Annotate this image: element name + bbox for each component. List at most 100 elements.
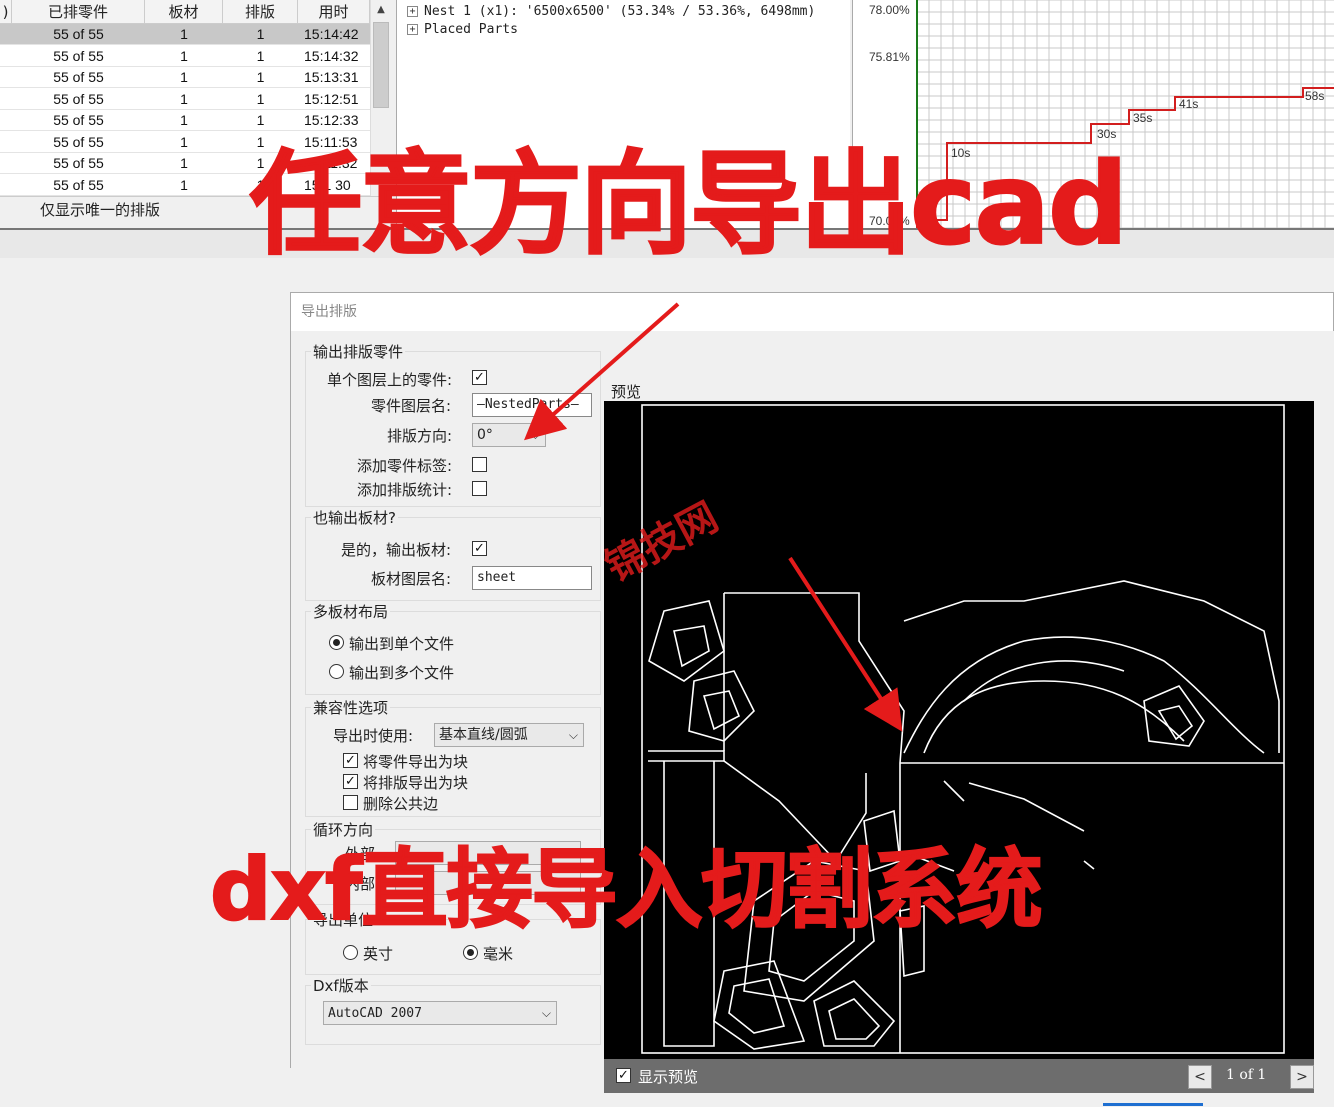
mm-label[interactable]: 毫米: [483, 943, 513, 964]
cell-nests: 1: [256, 90, 265, 107]
direction-select[interactable]: 0° ⌵: [472, 423, 546, 447]
col-header-0[interactable]: ): [0, 0, 12, 23]
tree-item-placed-parts[interactable]: + Placed Parts: [407, 21, 518, 39]
next-page-button[interactable]: >: [1290, 1065, 1314, 1089]
cell-parts: 55 of 55: [53, 133, 104, 150]
step-label-41s: 41s: [1179, 97, 1198, 111]
show-preview-checkbox[interactable]: ✓: [616, 1068, 631, 1083]
remove-common-label[interactable]: 删除公共边: [363, 793, 438, 814]
cell-time: 15:12:51: [304, 90, 359, 107]
scroll-up-icon[interactable]: ▲: [371, 0, 391, 20]
chevron-down-icon: ⌵: [568, 728, 578, 742]
single-file-label[interactable]: 输出到单个文件: [349, 633, 454, 654]
table-row[interactable]: 55 of 55 1 1 15:14:32: [0, 46, 370, 67]
add-stats-checkbox[interactable]: [472, 481, 487, 496]
table-header: ) 已排零件 板材 排版 用时: [0, 0, 370, 24]
row-marker: [0, 89, 12, 109]
headline-overlay: 任意方向导出cad: [249, 139, 1129, 271]
tree-item-label: Placed Parts: [424, 22, 518, 37]
row-marker: [0, 153, 12, 173]
mm-radio[interactable]: [463, 945, 478, 960]
cell-parts: 55 of 55: [53, 155, 104, 171]
multi-files-radio[interactable]: [329, 664, 344, 679]
cell-sheets: 1: [180, 90, 188, 107]
step-label-58s: 58s: [1305, 89, 1324, 103]
expand-icon[interactable]: +: [407, 24, 418, 35]
step-label-35s: 35s: [1133, 111, 1152, 125]
cell-parts: 55 of 55: [53, 112, 104, 128]
add-stats-label: 添加排版统计:: [357, 481, 453, 499]
nests-as-blocks-checkbox[interactable]: ✓: [343, 774, 358, 789]
table-row[interactable]: 55 of 55 1 1 15:12:33: [0, 110, 370, 131]
row-marker: [0, 132, 12, 152]
table-row[interactable]: 55 of 55 1 1 15:12:51: [0, 89, 370, 110]
single-file-radio[interactable]: [329, 635, 344, 650]
export-using-select[interactable]: 基本直线/圆弧 ⌵: [434, 723, 584, 747]
tree-item-label: Nest 1 (x1): '6500x6500' (53.34% / 53.36…: [424, 4, 816, 19]
layer-name-label: 零件图层名:: [371, 397, 452, 415]
inch-label[interactable]: 英寸: [363, 943, 393, 964]
export-using-label: 导出时使用:: [333, 727, 414, 745]
cell-parts: 55 of 55: [53, 26, 104, 42]
cell-nests: 1: [256, 69, 265, 85]
show-preview-label[interactable]: 显示预览: [638, 1066, 698, 1087]
page-indicator: 1 of 1: [1226, 1067, 1267, 1083]
output-sheet-checkbox[interactable]: ✓: [472, 541, 487, 556]
multi-files-label[interactable]: 输出到多个文件: [349, 662, 454, 683]
single-layer-checkbox[interactable]: ✓: [472, 370, 487, 385]
remove-common-checkbox[interactable]: [343, 795, 358, 810]
dxf-version-value: AutoCAD 2007: [328, 1006, 422, 1021]
tree-item-nest1[interactable]: + Nest 1 (x1): '6500x6500' (53.34% / 53.3…: [407, 3, 815, 21]
cell-sheets: 1: [180, 47, 188, 64]
row-marker: [0, 46, 12, 66]
dialog-body: 输出排版零件 单个图层上的零件: ✓ 零件图层名: —NestedParts— …: [291, 331, 1334, 1106]
col-header-sheets[interactable]: 板材: [145, 0, 223, 23]
preview-label: 预览: [611, 383, 642, 401]
preview-canvas[interactable]: [604, 401, 1314, 1061]
export-using-value: 基本直线/圆弧: [439, 727, 528, 743]
sheet-layer-input[interactable]: sheet: [472, 566, 592, 590]
cell-sheets: 1: [180, 69, 188, 85]
cell-nests: 1: [256, 47, 265, 64]
row-marker: [0, 24, 12, 44]
direction-label: 排版方向:: [387, 427, 453, 445]
dialog-title: 导出排版: [301, 304, 357, 320]
cell-time: 15:14:32: [304, 47, 359, 64]
table-row[interactable]: 55 of 55 1 1 15:13:31: [0, 67, 370, 88]
scroll-thumb[interactable]: [373, 22, 389, 108]
direction-value: 0°: [477, 427, 493, 443]
dxf-version-select[interactable]: AutoCAD 2007 ⌵: [323, 1001, 557, 1025]
layer-name-input[interactable]: —NestedParts—: [472, 393, 592, 417]
sheet-layer-label: 板材图层名:: [371, 570, 452, 588]
chevron-down-icon: ⌵: [530, 428, 540, 442]
ok-button-edge[interactable]: [1103, 1103, 1203, 1107]
cell-parts: 55 of 55: [53, 176, 104, 193]
unique-nests-filter[interactable]: 仅显示唯一的排版: [40, 199, 160, 220]
table-row[interactable]: 55 of 55 1 1 15:14:42: [0, 24, 370, 45]
add-tags-label: 添加零件标签:: [357, 457, 453, 475]
add-tags-checkbox[interactable]: [472, 457, 487, 472]
cell-sheets: 1: [180, 133, 188, 150]
cell-parts: 55 of 55: [53, 90, 104, 107]
col-header-nests[interactable]: 排版: [223, 0, 298, 23]
cell-sheets: 1: [180, 176, 188, 193]
row-marker: [0, 67, 12, 87]
inch-radio[interactable]: [343, 945, 358, 960]
cell-sheets: 1: [180, 155, 188, 171]
col-header-parts[interactable]: 已排零件: [12, 0, 145, 23]
cell-time: 15:12:33: [304, 112, 359, 128]
cell-nests: 1: [256, 26, 265, 42]
group-title-compat: 兼容性选项: [311, 697, 391, 718]
cell-parts: 55 of 55: [53, 69, 104, 85]
nests-as-blocks-label[interactable]: 将排版导出为块: [363, 772, 468, 793]
prev-page-button[interactable]: <: [1188, 1065, 1212, 1089]
cell-nests: 1: [256, 112, 265, 128]
row-marker: [0, 110, 12, 130]
col-header-time[interactable]: 用时: [298, 0, 370, 23]
expand-icon[interactable]: +: [407, 6, 418, 17]
preview-toolbar: ✓ 显示预览 < 1 of 1 >: [604, 1059, 1314, 1093]
output-sheet-label: 是的，输出板材:: [341, 541, 452, 559]
y-label-mid: 75.81%: [869, 50, 910, 64]
parts-as-blocks-checkbox[interactable]: ✓: [343, 753, 358, 768]
parts-as-blocks-label[interactable]: 将零件导出为块: [363, 751, 468, 772]
